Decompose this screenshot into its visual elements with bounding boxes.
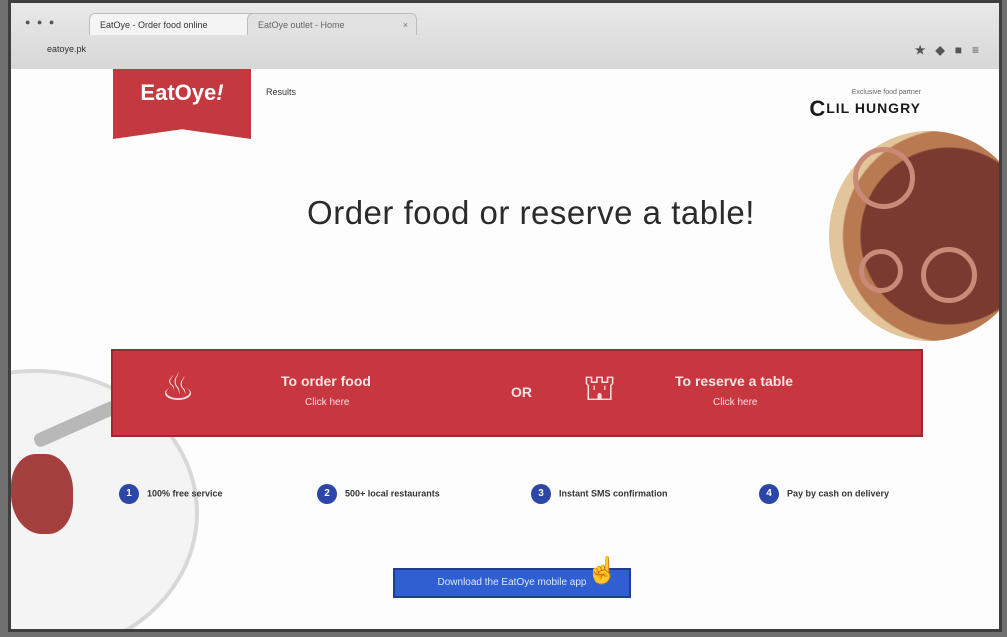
table-icon[interactable]: ⛫	[583, 367, 616, 414]
partner-logo[interactable]: Exclusive food partner CLIL HUNGRY	[809, 89, 921, 122]
tab-label: EatOye outlet - Home	[258, 20, 345, 30]
hand-cursor-icon: ☝	[586, 555, 619, 585]
feature-label: 500+ local restaurants	[345, 488, 440, 499]
partner-caption: Exclusive food partner	[851, 89, 921, 96]
nav-results-link[interactable]: Results	[266, 87, 296, 97]
pizza-image	[829, 131, 999, 341]
or-divider: OR	[511, 384, 532, 400]
feature-label: Pay by cash on delivery	[787, 488, 890, 499]
feature-item: 2 500+ local restaurants	[317, 484, 440, 504]
page-headline: Order food or reserve a table!	[307, 194, 755, 231]
extension-icon[interactable]: ■	[955, 43, 972, 57]
address-bar[interactable]: eatoye.pk	[47, 39, 987, 59]
reserve-table-click-here[interactable]: Click here	[713, 397, 757, 408]
partner-name: CLIL HUNGRY	[809, 96, 921, 122]
action-banner: ♨ To order food Click here OR ⛫ To reser…	[111, 349, 923, 437]
feature-number-badge: 4	[759, 484, 779, 504]
feature-item: 1 100% free service	[119, 484, 223, 504]
eatoye-logo[interactable]: EatOye!	[113, 69, 251, 139]
feature-number-badge: 3	[531, 484, 551, 504]
partner-mark-icon: C	[809, 96, 827, 121]
browser-chrome: ● ● ● EatOye - Order food online × EatOy…	[11, 3, 999, 71]
shield-icon[interactable]: ◆	[936, 43, 955, 57]
tab-outlet[interactable]: EatOye outlet - Home ×	[247, 13, 417, 35]
feature-number-badge: 1	[119, 484, 139, 504]
window-controls[interactable]: ● ● ●	[25, 17, 56, 27]
food-icon[interactable]: ♨	[161, 365, 195, 410]
logo-text: EatOye	[140, 80, 217, 105]
menu-icon[interactable]: ≡	[972, 43, 989, 57]
tab-label: EatOye - Order food online	[100, 20, 208, 30]
photo-frame: ● ● ● EatOye - Order food online × EatOy…	[8, 0, 1002, 632]
feature-label: 100% free service	[147, 488, 223, 499]
order-food-link[interactable]: To order food	[281, 373, 371, 389]
tab-bar: ● ● ● EatOye - Order food online × EatOy…	[11, 9, 999, 35]
close-icon[interactable]: ×	[403, 14, 408, 35]
logo-suffix: !	[216, 80, 224, 105]
feature-number-badge: 2	[317, 484, 337, 504]
browser-toolbar: ★◆■≡	[915, 43, 989, 57]
feature-item: 3 Instant SMS confirmation	[531, 484, 668, 504]
partner-name-text: LIL HUNGRY	[826, 100, 921, 116]
web-page: EatOye! Results Exclusive food partner C…	[11, 69, 999, 629]
feature-item: 4 Pay by cash on delivery	[759, 484, 889, 504]
food-garnish-image	[11, 454, 73, 534]
star-icon[interactable]: ★	[915, 43, 936, 57]
order-food-click-here[interactable]: Click here	[305, 397, 349, 408]
reserve-table-link[interactable]: To reserve a table	[675, 373, 793, 389]
feature-label: Instant SMS confirmation	[559, 488, 668, 499]
tab-eatoye[interactable]: EatOye - Order food online ×	[89, 13, 261, 35]
